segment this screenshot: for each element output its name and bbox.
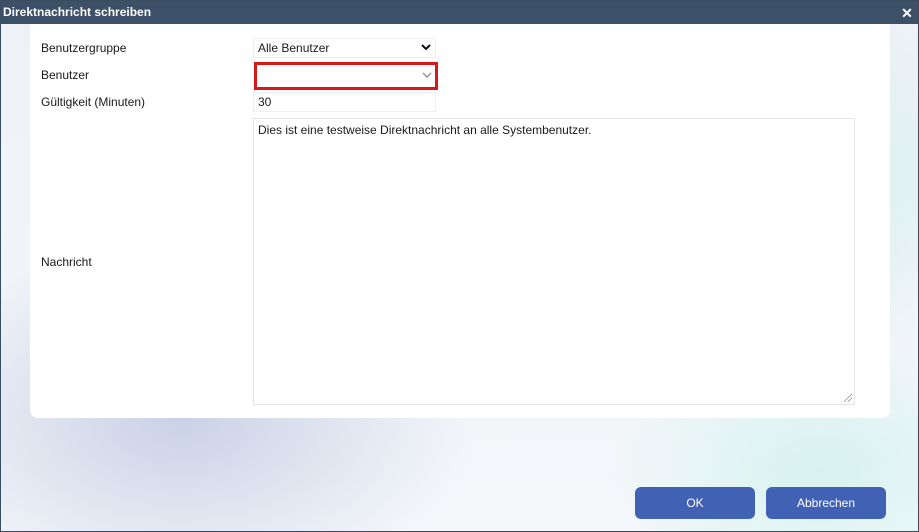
cancel-button[interactable]: Abbrechen (766, 487, 886, 519)
user-label: Benutzer (41, 68, 90, 82)
close-icon[interactable]: ✕ (899, 1, 915, 24)
user-select[interactable] (254, 62, 438, 90)
group-label: Benutzergruppe (41, 41, 127, 55)
message-textarea[interactable]: Dies ist eine testweise Direktnachricht … (253, 118, 855, 405)
dialog-title: Direktnachricht schreiben (3, 5, 152, 19)
validity-input[interactable]: 30 (253, 92, 436, 112)
message-text: Dies ist eine testweise Direktnachricht … (258, 123, 592, 137)
dialog-window: Direktnachricht schreiben ✕ Benutzergrup… (0, 0, 919, 532)
form-panel: Benutzergruppe Alle Benutzer Benutzer Gü… (30, 24, 890, 418)
message-label: Nachricht (41, 255, 92, 269)
chevron-down-icon (421, 44, 431, 51)
resize-grip-icon[interactable] (844, 394, 852, 402)
group-select-value: Alle Benutzer (258, 41, 330, 55)
ok-button[interactable]: OK (635, 487, 755, 519)
validity-value: 30 (258, 95, 272, 109)
dialog-titlebar: Direktnachricht schreiben ✕ (1, 1, 918, 24)
validity-label: Gültigkeit (Minuten) (41, 95, 146, 109)
chevron-down-icon (422, 72, 432, 79)
group-select[interactable]: Alle Benutzer (253, 38, 436, 58)
